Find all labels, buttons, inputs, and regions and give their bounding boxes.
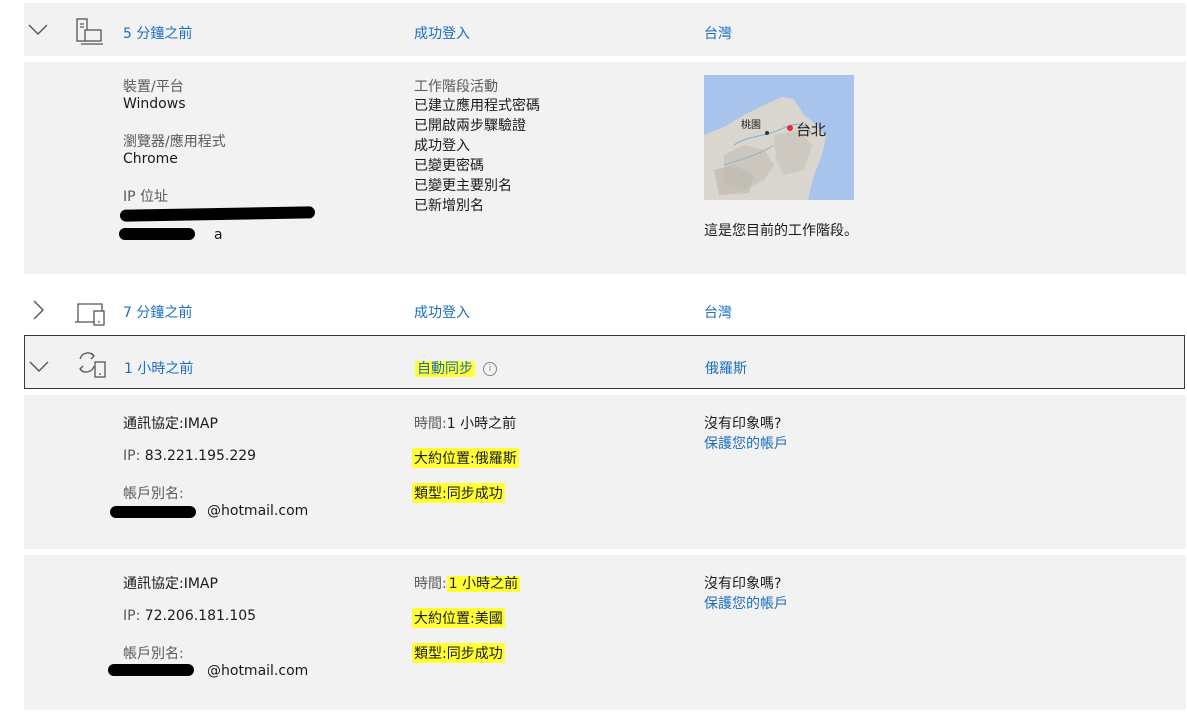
protocol-text: 通訊協定:IMAP (123, 576, 218, 592)
row-time[interactable]: 7 分鐘之前 (123, 302, 192, 322)
loc-label: 大約位置: (414, 611, 475, 627)
current-session-note: 這是您目前的工作階段。 (704, 223, 858, 239)
session-activity-title: 工作階段活動 (414, 79, 498, 95)
redacted-ip-line-2 (119, 228, 195, 240)
map-city-secondary: 桃園 (741, 118, 761, 131)
time-line: 時間:1 小時之前 (414, 413, 516, 433)
alias-suffix: @hotmail.com (207, 503, 309, 519)
loc-label: 大約位置: (414, 451, 475, 467)
browser-value: Chrome (123, 151, 178, 167)
type-label: 類型: (414, 486, 447, 502)
activity-item: 已新增別名 (414, 198, 484, 214)
time-value: 1 小時之前 (446, 416, 517, 432)
unrecognized-question: 沒有印象嗎? (704, 576, 782, 592)
session-activity-list: 已建立應用程式密碼 已開啟兩步驟驗證 成功登入 已變更密碼 已變更主要別名 已新… (414, 96, 540, 216)
activity-item: 已變更密碼 (414, 158, 484, 174)
ip-label: IP: (123, 448, 141, 464)
location-line: 大約位置:俄羅斯 (412, 448, 519, 468)
chevron-down-icon[interactable] (29, 360, 49, 374)
activity-item: 已建立應用程式密碼 (414, 98, 540, 114)
ip-label: IP: (123, 608, 141, 624)
activity-row-3-header[interactable]: 1 小時之前 自動同步 i 俄羅斯 (24, 335, 1185, 389)
type-line: 類型:同步成功 (412, 643, 505, 663)
protocol-text: 通訊協定:IMAP (123, 416, 218, 432)
info-icon[interactable]: i (483, 362, 497, 376)
alias-label: 帳戶別名: (123, 646, 184, 662)
row-location[interactable]: 台灣 (704, 23, 732, 43)
type-value: 同步成功 (446, 646, 503, 662)
location-line: 大約位置:美國 (412, 608, 505, 628)
tablet-device-icon (75, 303, 105, 326)
activity-item: 已變更主要別名 (414, 178, 512, 194)
device-value: Windows (123, 96, 186, 112)
redacted-alias-1 (110, 506, 196, 518)
type-line: 類型:同步成功 (412, 483, 505, 503)
loc-value: 美國 (474, 611, 503, 627)
time-label: 時間: (414, 576, 447, 592)
device-label: 裝置/平台 (123, 79, 184, 95)
sync-detail-block-2: 通訊協定:IMAP IP: 72.206.181.105 帳戶別名: @hotm… (24, 555, 1186, 710)
ip-value: 72.206.181.105 (144, 608, 257, 624)
browser-label: 瀏覽器/應用程式 (123, 134, 226, 150)
alias-suffix: @hotmail.com (207, 663, 309, 679)
alias-label: 帳戶別名: (123, 486, 184, 502)
activity-row-2-header[interactable]: 7 分鐘之前 成功登入 台灣 (24, 284, 1186, 334)
chevron-down-icon[interactable] (28, 23, 48, 37)
activity-item: 成功登入 (414, 138, 470, 154)
type-value: 同步成功 (446, 486, 503, 502)
redacted-alias-2 (108, 664, 194, 676)
row-time[interactable]: 1 小時之前 (124, 358, 193, 378)
sync-detail-block-1: 通訊協定:IMAP IP: 83.221.195.229 帳戶別名: @hotm… (24, 395, 1186, 549)
activity-row-1-details: 裝置/平台 Windows 瀏覽器/應用程式 Chrome IP 位址 a 工作… (24, 62, 1186, 274)
ip-label: IP 位址 (123, 189, 169, 205)
location-map: 桃園 台北 (704, 75, 854, 200)
ip-value: 83.221.195.229 (144, 448, 257, 464)
row-status[interactable]: 成功登入 (414, 302, 470, 322)
unrecognized-question: 沒有印象嗎? (704, 416, 782, 432)
desktop-computer-icon (76, 18, 103, 45)
row-status-label: 自動同步 (415, 361, 475, 377)
type-label: 類型: (414, 646, 447, 662)
time-label: 時間: (414, 416, 447, 432)
row-location[interactable]: 俄羅斯 (705, 358, 747, 378)
ip-line: IP: 83.221.195.229 (123, 448, 256, 464)
row-status[interactable]: 成功登入 (414, 23, 470, 43)
row-status[interactable]: 自動同步 i (415, 358, 497, 378)
protect-account-link[interactable]: 保護您的帳戶 (704, 593, 788, 613)
activity-row-1-header[interactable]: 5 分鐘之前 成功登入 台灣 (24, 3, 1186, 56)
activity-item: 已開啟兩步驟驗證 (414, 118, 526, 134)
ip-line2-tail: a (214, 227, 223, 243)
ip-line: IP: 72.206.181.105 (123, 608, 256, 624)
sync-device-icon (79, 352, 106, 378)
row-time[interactable]: 5 分鐘之前 (123, 23, 192, 43)
time-value: 1 小時之前 (446, 576, 521, 592)
protect-account-link[interactable]: 保護您的帳戶 (704, 433, 788, 453)
chevron-right-icon[interactable] (32, 300, 46, 320)
loc-value: 俄羅斯 (474, 451, 517, 467)
time-line: 時間:1 小時之前 (414, 573, 521, 593)
map-city-main: 台北 (796, 121, 826, 139)
row-location[interactable]: 台灣 (704, 302, 732, 322)
